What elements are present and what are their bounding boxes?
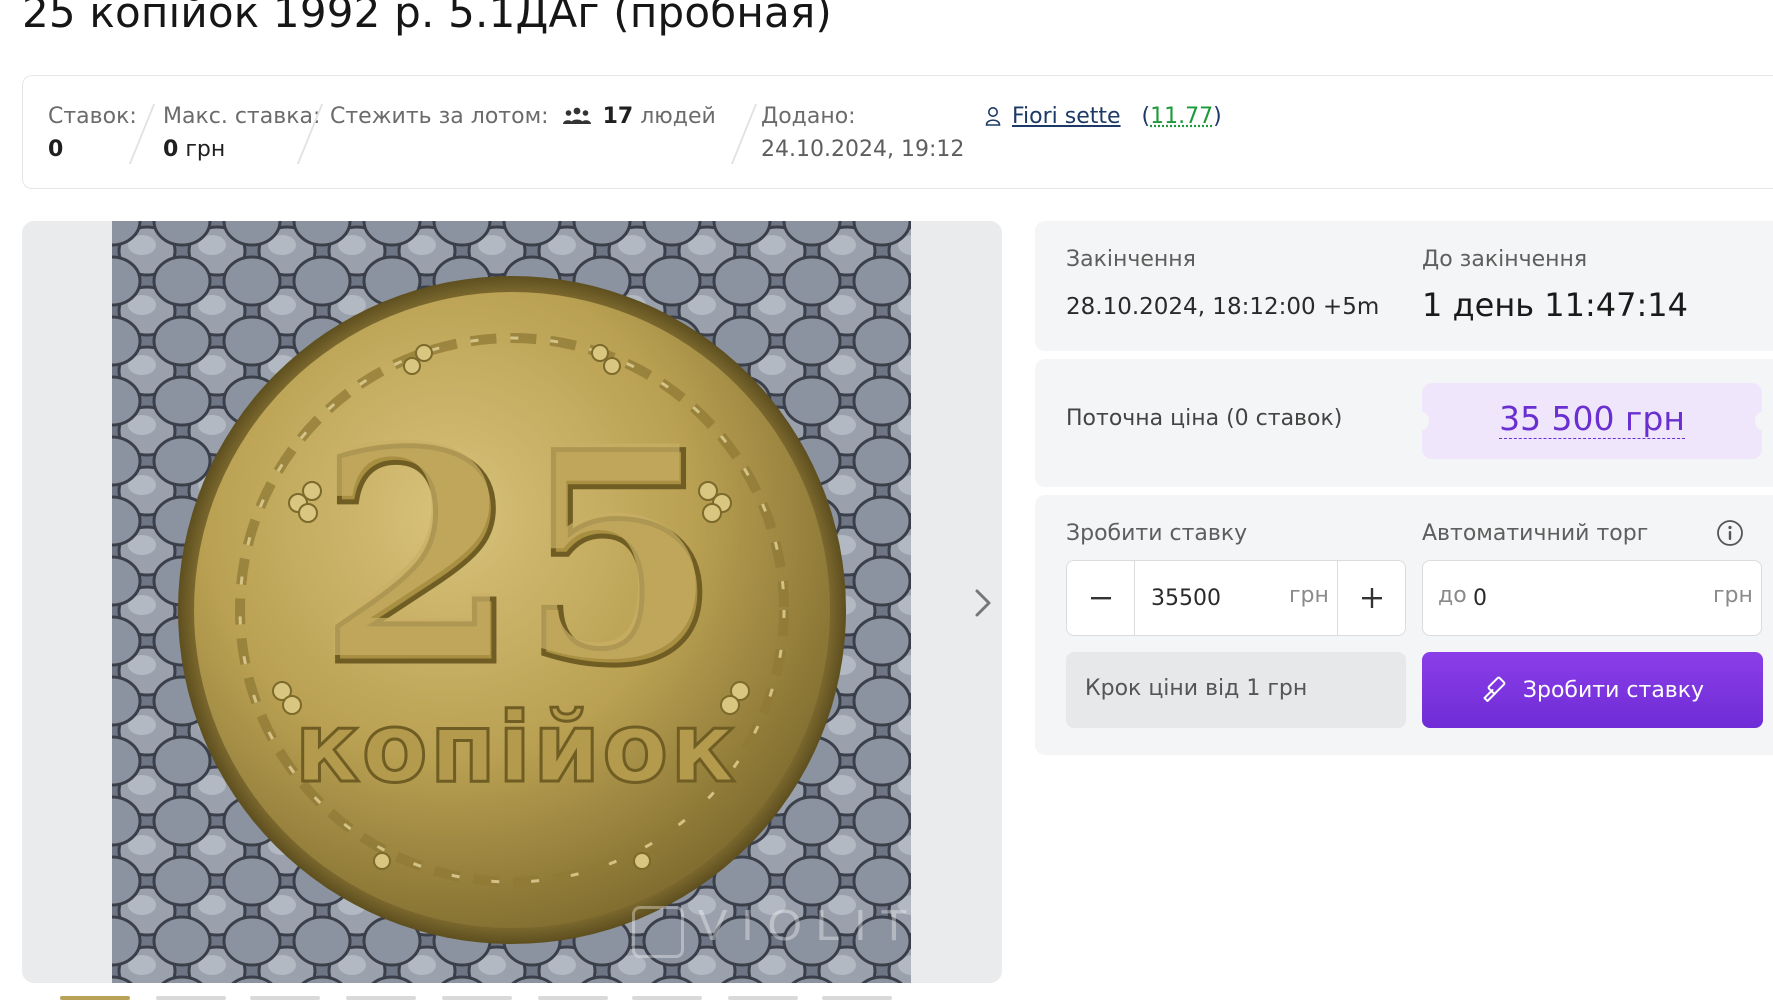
bid-amount-stepper: грн — [1066, 560, 1406, 636]
place-bid-button[interactable]: Зробити ставку — [1422, 652, 1763, 728]
thumbnail[interactable] — [538, 996, 608, 1000]
thumbnail[interactable] — [60, 996, 130, 1000]
watch-count: 17 — [602, 104, 634, 129]
thumbnail[interactable] — [728, 996, 798, 1000]
bid-unit: грн — [1289, 583, 1329, 608]
plus-icon — [1361, 588, 1382, 608]
bid-step-note: Крок ціни від 1 грн — [1066, 652, 1406, 728]
bids-count: Ставок: 0 — [48, 104, 137, 162]
added-value: 24.10.2024, 19:12 — [761, 137, 965, 162]
minus-icon — [1090, 597, 1111, 600]
auto-bid-prefix: до — [1438, 583, 1467, 608]
gavel-icon — [1483, 676, 1506, 702]
increase-bid-button[interactable] — [1337, 561, 1405, 635]
current-price-value[interactable]: 35 500 грн — [1499, 399, 1685, 439]
end-date: 28.10.2024, 18:12:00 +5m — [1066, 294, 1380, 320]
auto-bid-label: Автоматичний торг — [1422, 521, 1649, 546]
seller: Fiori sette (11.77) — [985, 104, 1222, 129]
auto-bid-unit: грн — [1713, 583, 1753, 608]
watch-unit: людей — [640, 104, 716, 129]
thumbnail[interactable] — [442, 996, 512, 1000]
thumbnail[interactable] — [156, 996, 226, 1000]
countdown-label: До закінчення — [1422, 247, 1588, 272]
seller-rating-link[interactable]: 11.77 — [1150, 104, 1213, 129]
watch-label: Стежить за лотом: — [330, 104, 549, 129]
coin-photo[interactable]: 25 25 копійок VIOLITY — [112, 221, 911, 983]
watermark-text: VIOLITY — [698, 901, 911, 950]
max-bid-label: Макс. ставка: — [163, 104, 321, 129]
thumbnail[interactable] — [822, 996, 892, 1000]
image-gallery: 25 25 копійок VIOLITY — [22, 221, 1002, 983]
max-bid: Макс. ставка: 0 грн — [163, 104, 320, 162]
thumbnail[interactable] — [632, 996, 702, 1000]
bid-amount-input[interactable] — [1151, 581, 1271, 615]
countdown-timer: 1 день 11:47:14 — [1422, 286, 1689, 324]
current-price-label: Поточна ціна (0 ставок) — [1066, 406, 1343, 431]
svg-text:копійок: копійок — [295, 692, 738, 804]
auto-bid-input[interactable] — [1473, 581, 1673, 615]
end-label: Закінчення — [1066, 247, 1196, 272]
user-icon — [985, 107, 1001, 126]
thumbnail[interactable] — [250, 996, 320, 1000]
seller-name-link[interactable]: Fiori sette — [1012, 104, 1121, 129]
added-label: Додано: — [761, 104, 856, 129]
auto-bid-field: до грн — [1422, 560, 1762, 636]
make-bid-label: Зробити ставку — [1066, 521, 1248, 546]
page-title: 25 копійок 1992 р. 5.1ДАг (пробная) — [22, 0, 833, 37]
coin-image: 25 25 копійок — [112, 221, 911, 983]
watchers: Стежить за лотом: 17 людей — [330, 104, 716, 129]
thumbnail[interactable] — [346, 996, 416, 1000]
auction-end-panel: Закінчення 28.10.2024, 18:12:00 +5m До з… — [1035, 221, 1773, 351]
price-badge: 35 500 грн — [1415, 383, 1769, 459]
max-bid-unit: грн — [185, 137, 226, 162]
divider — [730, 104, 758, 164]
decrease-bid-button[interactable] — [1067, 561, 1135, 635]
people-icon — [562, 107, 591, 124]
max-bid-value: 0 — [163, 137, 179, 162]
place-bid-label: Зробити ставку — [1522, 677, 1705, 703]
thumbnail-strip — [60, 996, 960, 1000]
bid-panel: Зробити ставку Автоматичний торг грн до … — [1035, 495, 1773, 755]
chevron-right-icon[interactable] — [968, 583, 998, 623]
lot-stats-bar: Ставок: 0 Макс. ставка: 0 грн Стежить за… — [22, 75, 1773, 189]
bids-value: 0 — [48, 137, 64, 162]
added-date: Додано: 24.10.2024, 19:12 — [761, 104, 964, 162]
info-icon[interactable] — [1716, 519, 1744, 547]
svg-text:25: 25 — [314, 384, 718, 724]
bids-label: Ставок: — [48, 104, 137, 129]
watermark-logo-icon — [632, 906, 684, 958]
current-price-panel: Поточна ціна (0 ставок) 35 500 грн — [1035, 359, 1773, 487]
